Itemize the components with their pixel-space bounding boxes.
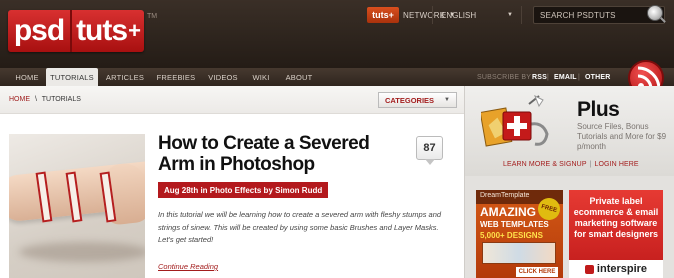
- nav-item-articles[interactable]: ARTICLES: [102, 68, 148, 86]
- trademark: TM: [147, 13, 158, 20]
- comment-count-badge[interactable]: 87: [416, 136, 443, 165]
- ad-headline: AMAZING: [480, 205, 536, 219]
- plus-promo[interactable]: Plus Source Files, Bonus Tutorials and M…: [465, 86, 674, 176]
- subscribe-other-text: OTHER: [585, 73, 611, 81]
- nav-item-wiki[interactable]: WIKI: [246, 68, 276, 86]
- ad-count: 5,000+ DESIGNS: [480, 231, 543, 240]
- plus-description: Source Files, Bonus Tutorials and More f…: [577, 122, 667, 151]
- plus-links: LEARN MORE & SIGNUP | LOGIN HERE: [503, 161, 639, 168]
- site-logo[interactable]: psd tuts +: [8, 10, 144, 52]
- subscribe-sep: |: [578, 73, 581, 81]
- logo-tuts: tuts +: [72, 10, 144, 52]
- sidebar: Plus Source Files, Bonus Tutorials and M…: [464, 86, 674, 278]
- categories-dropdown[interactable]: CATEGORIES ▼: [378, 92, 457, 108]
- plus-artwork-icon: [481, 94, 549, 147]
- interspire-logo-icon: [584, 264, 594, 274]
- ad-click-here-button[interactable]: CLICK HERE: [516, 267, 558, 277]
- login-here-link[interactable]: LOGIN HERE: [595, 161, 639, 168]
- ad-brand: interspire: [596, 263, 648, 275]
- nav-item-freebies[interactable]: FREEBIES: [152, 68, 200, 86]
- logo-tuts-text: tuts: [76, 14, 128, 47]
- ad-text: Private label ecommerce & email marketin…: [573, 196, 659, 239]
- plus-link-sep: |: [589, 161, 592, 168]
- subscribe-email-link[interactable]: EMAIL: [554, 68, 577, 86]
- thumbnail-shadow: [19, 242, 145, 262]
- breadcrumb-home[interactable]: HOME: [9, 96, 30, 103]
- article-thumbnail[interactable]: [9, 134, 145, 278]
- search-input[interactable]: SEARCH PSDTUTS: [533, 6, 665, 24]
- subscribe-sep: |: [547, 73, 550, 81]
- ad-subhead: WEB TEMPLATES: [480, 220, 549, 229]
- main-content: HOME \ TUTORIALS CATEGORIES ▼ How to Cre…: [0, 86, 464, 278]
- subscribe-label: SUBSCRIBE BY: [477, 73, 532, 81]
- chevron-down-icon: ▼: [444, 97, 450, 103]
- plus-title: Plus: [577, 98, 620, 121]
- nav-item-tutorials[interactable]: TUTORIALS: [46, 68, 98, 86]
- nav-item-home[interactable]: HOME: [10, 68, 44, 86]
- breadcrumb: HOME \ TUTORIALS: [9, 96, 81, 103]
- tuts-network-badge[interactable]: tuts+: [367, 7, 399, 23]
- breadcrumb-sep: \: [34, 96, 37, 103]
- subscribe-other-link[interactable]: OTHER: [585, 68, 611, 86]
- ad-screens-image: [482, 242, 556, 264]
- search-icon[interactable]: [647, 5, 663, 21]
- ad-interspire[interactable]: Private label ecommerce & email marketin…: [569, 190, 663, 278]
- article-title[interactable]: How to Create a Severed Arm in Photoshop: [158, 133, 408, 175]
- subscribe-email-text: EMAIL: [554, 73, 577, 81]
- language-dropdown[interactable]: ENGLISH ▼: [432, 6, 522, 24]
- subscribe-rss-link[interactable]: RSS: [532, 68, 547, 86]
- article-meta: Aug 28th in Photo Effects by Simon Rudd: [158, 182, 329, 198]
- logo-psd: psd: [8, 10, 72, 52]
- learn-more-signup-link[interactable]: LEARN MORE & SIGNUP: [503, 161, 587, 168]
- subscribe-rss-text: RSS: [532, 73, 547, 81]
- nav-item-about[interactable]: ABOUT: [280, 68, 318, 86]
- breadcrumb-current: TUTORIALS: [41, 96, 81, 103]
- categories-label: CATEGORIES: [385, 95, 435, 105]
- chevron-down-icon: ▼: [507, 12, 513, 18]
- site-header: psd tuts + TM tuts+ NETWORK ▼ ENGLISH ▼ S…: [0, 0, 674, 68]
- article-excerpt: In this tutorial we will be learning how…: [158, 210, 442, 244]
- nav-item-videos[interactable]: VIDEOS: [204, 68, 242, 86]
- main-nav: HOME TUTORIALS ARTICLES FREEBIES VIDEOS …: [0, 68, 674, 86]
- breadcrumb-bar: HOME \ TUTORIALS CATEGORIES ▼: [0, 86, 464, 114]
- logo-plus: +: [128, 18, 141, 43]
- language-label: ENGLISH: [441, 10, 477, 20]
- ad-logo: interspire: [569, 260, 663, 278]
- ad-dreamtemplate[interactable]: DreamTemplate AMAZING WEB TEMPLATES 5,00…: [476, 190, 563, 278]
- continue-reading-link[interactable]: Continue Reading: [158, 262, 218, 271]
